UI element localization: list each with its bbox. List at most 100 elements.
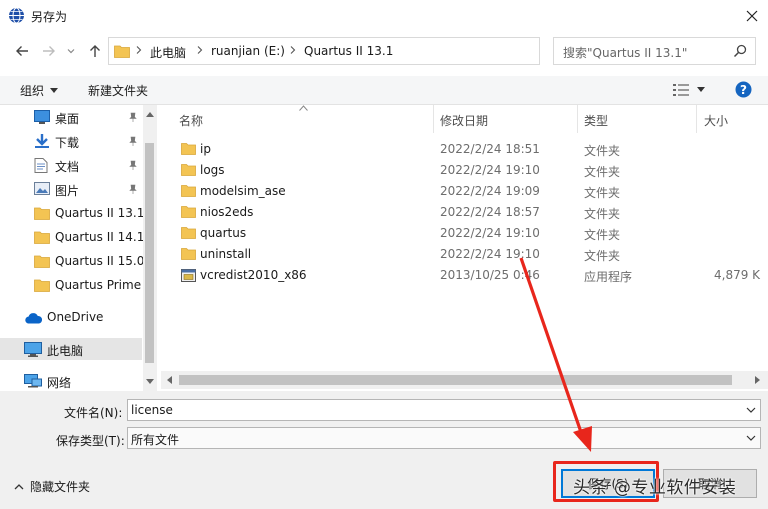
file-row[interactable]: vcredist2010_x86 2013/10/25 0:46 应用程序 4,… bbox=[161, 265, 768, 286]
chevron-down-icon bbox=[67, 49, 75, 54]
app-globe-icon bbox=[8, 7, 25, 24]
search-box[interactable]: 搜索"Quartus II 13.1" bbox=[553, 37, 756, 65]
chevron-up-icon bbox=[14, 483, 24, 489]
exe-icon bbox=[181, 268, 197, 283]
nav-item-label: Quartus II 15.0 bbox=[55, 254, 145, 268]
nav-item-network[interactable]: 网络 bbox=[0, 370, 142, 391]
file-row[interactable]: quartus 2022/2/24 19:10 文件夹 bbox=[161, 223, 768, 244]
nav-item-desktop[interactable]: 桌面 bbox=[0, 106, 142, 128]
download-icon bbox=[34, 134, 50, 148]
folder-icon bbox=[181, 226, 196, 239]
scroll-up-arrow-icon[interactable] bbox=[146, 111, 154, 117]
window-title: 另存为 bbox=[31, 10, 68, 24]
scroll-left-arrow-icon[interactable] bbox=[166, 376, 172, 384]
file-row[interactable]: modelsim_ase 2022/2/24 19:09 文件夹 bbox=[161, 181, 768, 202]
file-date: 2022/2/24 18:57 bbox=[440, 205, 540, 219]
chevron-down-icon[interactable] bbox=[746, 434, 756, 442]
nav-item-label: 图片 bbox=[55, 184, 80, 198]
chevron-down-icon[interactable] bbox=[746, 406, 756, 414]
caret-down-icon bbox=[697, 87, 705, 92]
nav-item-label: 此电脑 bbox=[47, 344, 84, 358]
file-size: 4,879 K bbox=[714, 268, 761, 282]
nav-item-quartus-14-1[interactable]: Quartus II 14.1 bbox=[0, 226, 145, 248]
scroll-right-arrow-icon[interactable] bbox=[755, 376, 761, 384]
horizontal-scrollbar-thumb[interactable] bbox=[179, 375, 732, 385]
file-row[interactable]: logs 2022/2/24 19:10 文件夹 bbox=[161, 160, 768, 181]
forward-button[interactable] bbox=[38, 40, 60, 62]
filename-value: license bbox=[131, 403, 173, 417]
nav-item-downloads[interactable]: 下载 bbox=[0, 130, 142, 152]
address-bar[interactable]: 此电脑 ruanjian (E:) Quartus II 13.1 bbox=[108, 37, 636, 65]
svg-text:?: ? bbox=[740, 83, 747, 97]
nav-item-onedrive[interactable]: OneDrive bbox=[0, 306, 142, 328]
filename-input[interactable]: license bbox=[127, 399, 761, 421]
nav-item-quartus-13-1[interactable]: Quartus II 13.1 bbox=[0, 202, 144, 224]
file-date: 2022/2/24 19:10 bbox=[440, 247, 540, 261]
sort-ascending-icon bbox=[299, 105, 308, 111]
folder-icon bbox=[34, 278, 50, 292]
folder-icon bbox=[181, 163, 196, 176]
column-header-name[interactable]: 名称 bbox=[179, 112, 203, 129]
nav-item-this-pc[interactable]: 此电脑 bbox=[0, 338, 142, 360]
pin-icon[interactable] bbox=[128, 184, 138, 194]
pin-icon[interactable] bbox=[128, 160, 138, 170]
column-divider[interactable] bbox=[433, 105, 434, 133]
breadcrumb-current-folder[interactable]: Quartus II 13.1 bbox=[304, 44, 393, 58]
nav-item-label: 网络 bbox=[47, 376, 72, 390]
navigation-pane: 桌面 下载 文档 图片 Quartus II 13.1 Quartus II 1… bbox=[0, 105, 157, 391]
file-name: ip bbox=[200, 142, 211, 156]
folder-icon bbox=[34, 206, 50, 220]
organize-menu-button[interactable]: 组织 bbox=[20, 82, 59, 99]
column-header-date[interactable]: 修改日期 bbox=[440, 112, 488, 129]
column-divider[interactable] bbox=[696, 105, 697, 133]
filetype-select[interactable]: 所有文件 bbox=[127, 427, 761, 449]
view-dropdown-button[interactable] bbox=[697, 87, 705, 93]
hide-folders-toggle[interactable]: 隐藏文件夹 bbox=[14, 478, 90, 495]
column-divider[interactable] bbox=[577, 105, 578, 133]
file-type: 文件夹 bbox=[584, 249, 621, 263]
close-button[interactable] bbox=[738, 2, 766, 30]
help-icon: ? bbox=[735, 81, 752, 98]
nav-item-label: Quartus II 14.1 bbox=[55, 230, 145, 244]
file-name: vcredist2010_x86 bbox=[200, 268, 307, 282]
filename-label: 文件名(N): bbox=[64, 406, 123, 420]
file-name: uninstall bbox=[200, 247, 252, 261]
file-row[interactable]: ip 2022/2/24 18:51 文件夹 bbox=[161, 139, 768, 160]
file-type: 文件夹 bbox=[584, 207, 621, 221]
file-name: nios2eds bbox=[200, 205, 254, 219]
breadcrumb-drive[interactable]: ruanjian (E:) bbox=[211, 44, 285, 58]
up-button[interactable] bbox=[84, 40, 106, 62]
pin-icon[interactable] bbox=[128, 136, 138, 146]
nav-item-documents[interactable]: 文档 bbox=[0, 154, 142, 176]
picture-icon bbox=[34, 182, 50, 195]
file-date: 2022/2/24 19:09 bbox=[440, 184, 540, 198]
nav-item-quartus-15-0[interactable]: Quartus II 15.0 bbox=[0, 250, 145, 272]
caret-down-icon bbox=[50, 87, 59, 93]
column-header-size[interactable]: 大小 bbox=[704, 112, 728, 129]
back-button[interactable] bbox=[11, 40, 33, 62]
search-icon[interactable] bbox=[733, 44, 747, 58]
scroll-down-arrow-icon[interactable] bbox=[146, 379, 154, 385]
folder-icon bbox=[181, 184, 196, 197]
hide-folders-label: 隐藏文件夹 bbox=[30, 480, 91, 494]
arrow-up-icon bbox=[90, 45, 100, 57]
pin-icon[interactable] bbox=[128, 112, 138, 122]
breadcrumb-this-pc[interactable]: 此电脑 bbox=[150, 44, 186, 61]
recent-locations-button[interactable] bbox=[60, 40, 82, 62]
nav-scrollbar-thumb[interactable] bbox=[145, 143, 154, 363]
network-icon bbox=[24, 374, 42, 389]
nav-item-quartus-prime[interactable]: Quartus Prime bbox=[0, 274, 142, 296]
desktop-icon bbox=[34, 110, 50, 124]
new-folder-button[interactable]: 新建文件夹 bbox=[88, 82, 148, 99]
column-header-type[interactable]: 类型 bbox=[584, 112, 608, 129]
file-date: 2022/2/24 19:10 bbox=[440, 226, 540, 240]
file-row[interactable]: nios2eds 2022/2/24 18:57 文件夹 bbox=[161, 202, 768, 223]
folder-icon bbox=[114, 44, 130, 58]
view-options-button[interactable] bbox=[673, 83, 689, 97]
file-row[interactable]: uninstall 2022/2/24 19:10 文件夹 bbox=[161, 244, 768, 265]
file-date: 2022/2/24 19:10 bbox=[440, 163, 540, 177]
nav-item-pictures[interactable]: 图片 bbox=[0, 178, 142, 200]
horizontal-scrollbar[interactable] bbox=[161, 371, 768, 389]
file-date: 2013/10/25 0:46 bbox=[440, 268, 540, 282]
help-button[interactable]: ? bbox=[735, 81, 752, 98]
